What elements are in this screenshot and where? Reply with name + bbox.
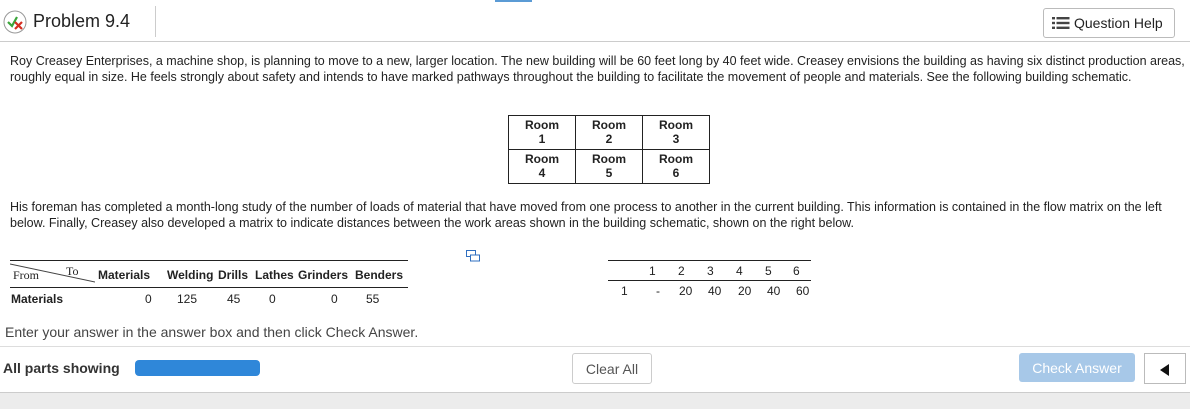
room-cell: Room 4 — [508, 149, 576, 184]
col-header: Drills — [218, 268, 249, 282]
room-cell: Room 5 — [575, 149, 643, 184]
expand-matrix-icon[interactable] — [466, 249, 480, 262]
distance-cell: 20 — [679, 284, 693, 298]
distance-matrix-top-rule — [608, 260, 811, 261]
distance-cell: - — [656, 284, 660, 298]
distance-col-header: 2 — [678, 264, 685, 278]
flow-cell: 0 — [145, 292, 152, 306]
distance-col-header: 4 — [736, 264, 743, 278]
distance-col-header: 1 — [649, 264, 656, 278]
distance-col-header: 5 — [765, 264, 772, 278]
page-title: Problem 9.4 — [33, 11, 131, 31]
flow-matrix-header-rule — [10, 287, 408, 288]
problem-title-box: Problem 9.4 — [1, 6, 156, 37]
flow-cell: 55 — [366, 292, 380, 306]
distance-col-header: 3 — [707, 264, 714, 278]
distance-cell: 40 — [767, 284, 781, 298]
footer-divider — [0, 346, 1190, 347]
distance-cell: 20 — [738, 284, 752, 298]
col-header: Benders — [355, 268, 404, 282]
flow-cell: 0 — [269, 292, 276, 306]
flow-matrix-top-rule — [10, 260, 408, 261]
problem-intro: Roy Creasey Enterprises, a machine shop,… — [10, 54, 1185, 84]
clear-all-button[interactable]: Clear All — [572, 353, 652, 384]
list-icon — [1052, 16, 1070, 30]
header-divider — [0, 41, 1190, 42]
flow-cell: 0 — [331, 292, 338, 306]
col-header: Welding — [167, 268, 214, 282]
problem-followup: His foreman has completed a month-long s… — [10, 200, 1162, 230]
col-header: Lathes — [255, 268, 294, 282]
distance-cell: 60 — [796, 284, 810, 298]
all-parts-label: All parts showing — [3, 360, 120, 376]
distance-cell: 40 — [708, 284, 722, 298]
instruction-text: Enter your answer in the answer box and … — [5, 324, 419, 340]
room-cell: Room 3 — [642, 115, 710, 150]
distance-col-header: 6 — [793, 264, 800, 278]
progress-bar — [135, 360, 260, 376]
to-label: To — [66, 264, 79, 278]
from-label: From — [13, 268, 40, 282]
distance-matrix-header-rule — [608, 280, 811, 281]
distance-row-label: 1 — [621, 284, 628, 298]
check-answer-button[interactable]: Check Answer — [1019, 353, 1135, 382]
col-header: Materials — [98, 268, 151, 282]
from-to-header: From To — [10, 262, 95, 284]
room-cell: Room 2 — [575, 115, 643, 150]
row-label: Materials — [11, 292, 64, 306]
previous-button[interactable] — [1144, 353, 1186, 384]
room-cell: Room 1 — [508, 115, 576, 150]
col-header: Grinders — [298, 268, 349, 282]
flow-cell: 45 — [227, 292, 241, 306]
bottom-toolbar — [0, 392, 1190, 409]
triangle-left-icon — [1160, 363, 1170, 376]
flow-cell: 125 — [177, 292, 198, 306]
question-help-button[interactable]: Question Help — [1043, 8, 1175, 38]
partial-credit-icon — [3, 10, 27, 34]
question-help-label: Question Help — [1074, 15, 1163, 31]
building-schematic: Room 1 Room 2 Room 3 Room 4 Room 5 Room 6 — [508, 115, 710, 184]
header: Problem 9.4 Question Help — [0, 0, 1190, 42]
room-cell: Room 6 — [642, 149, 710, 184]
